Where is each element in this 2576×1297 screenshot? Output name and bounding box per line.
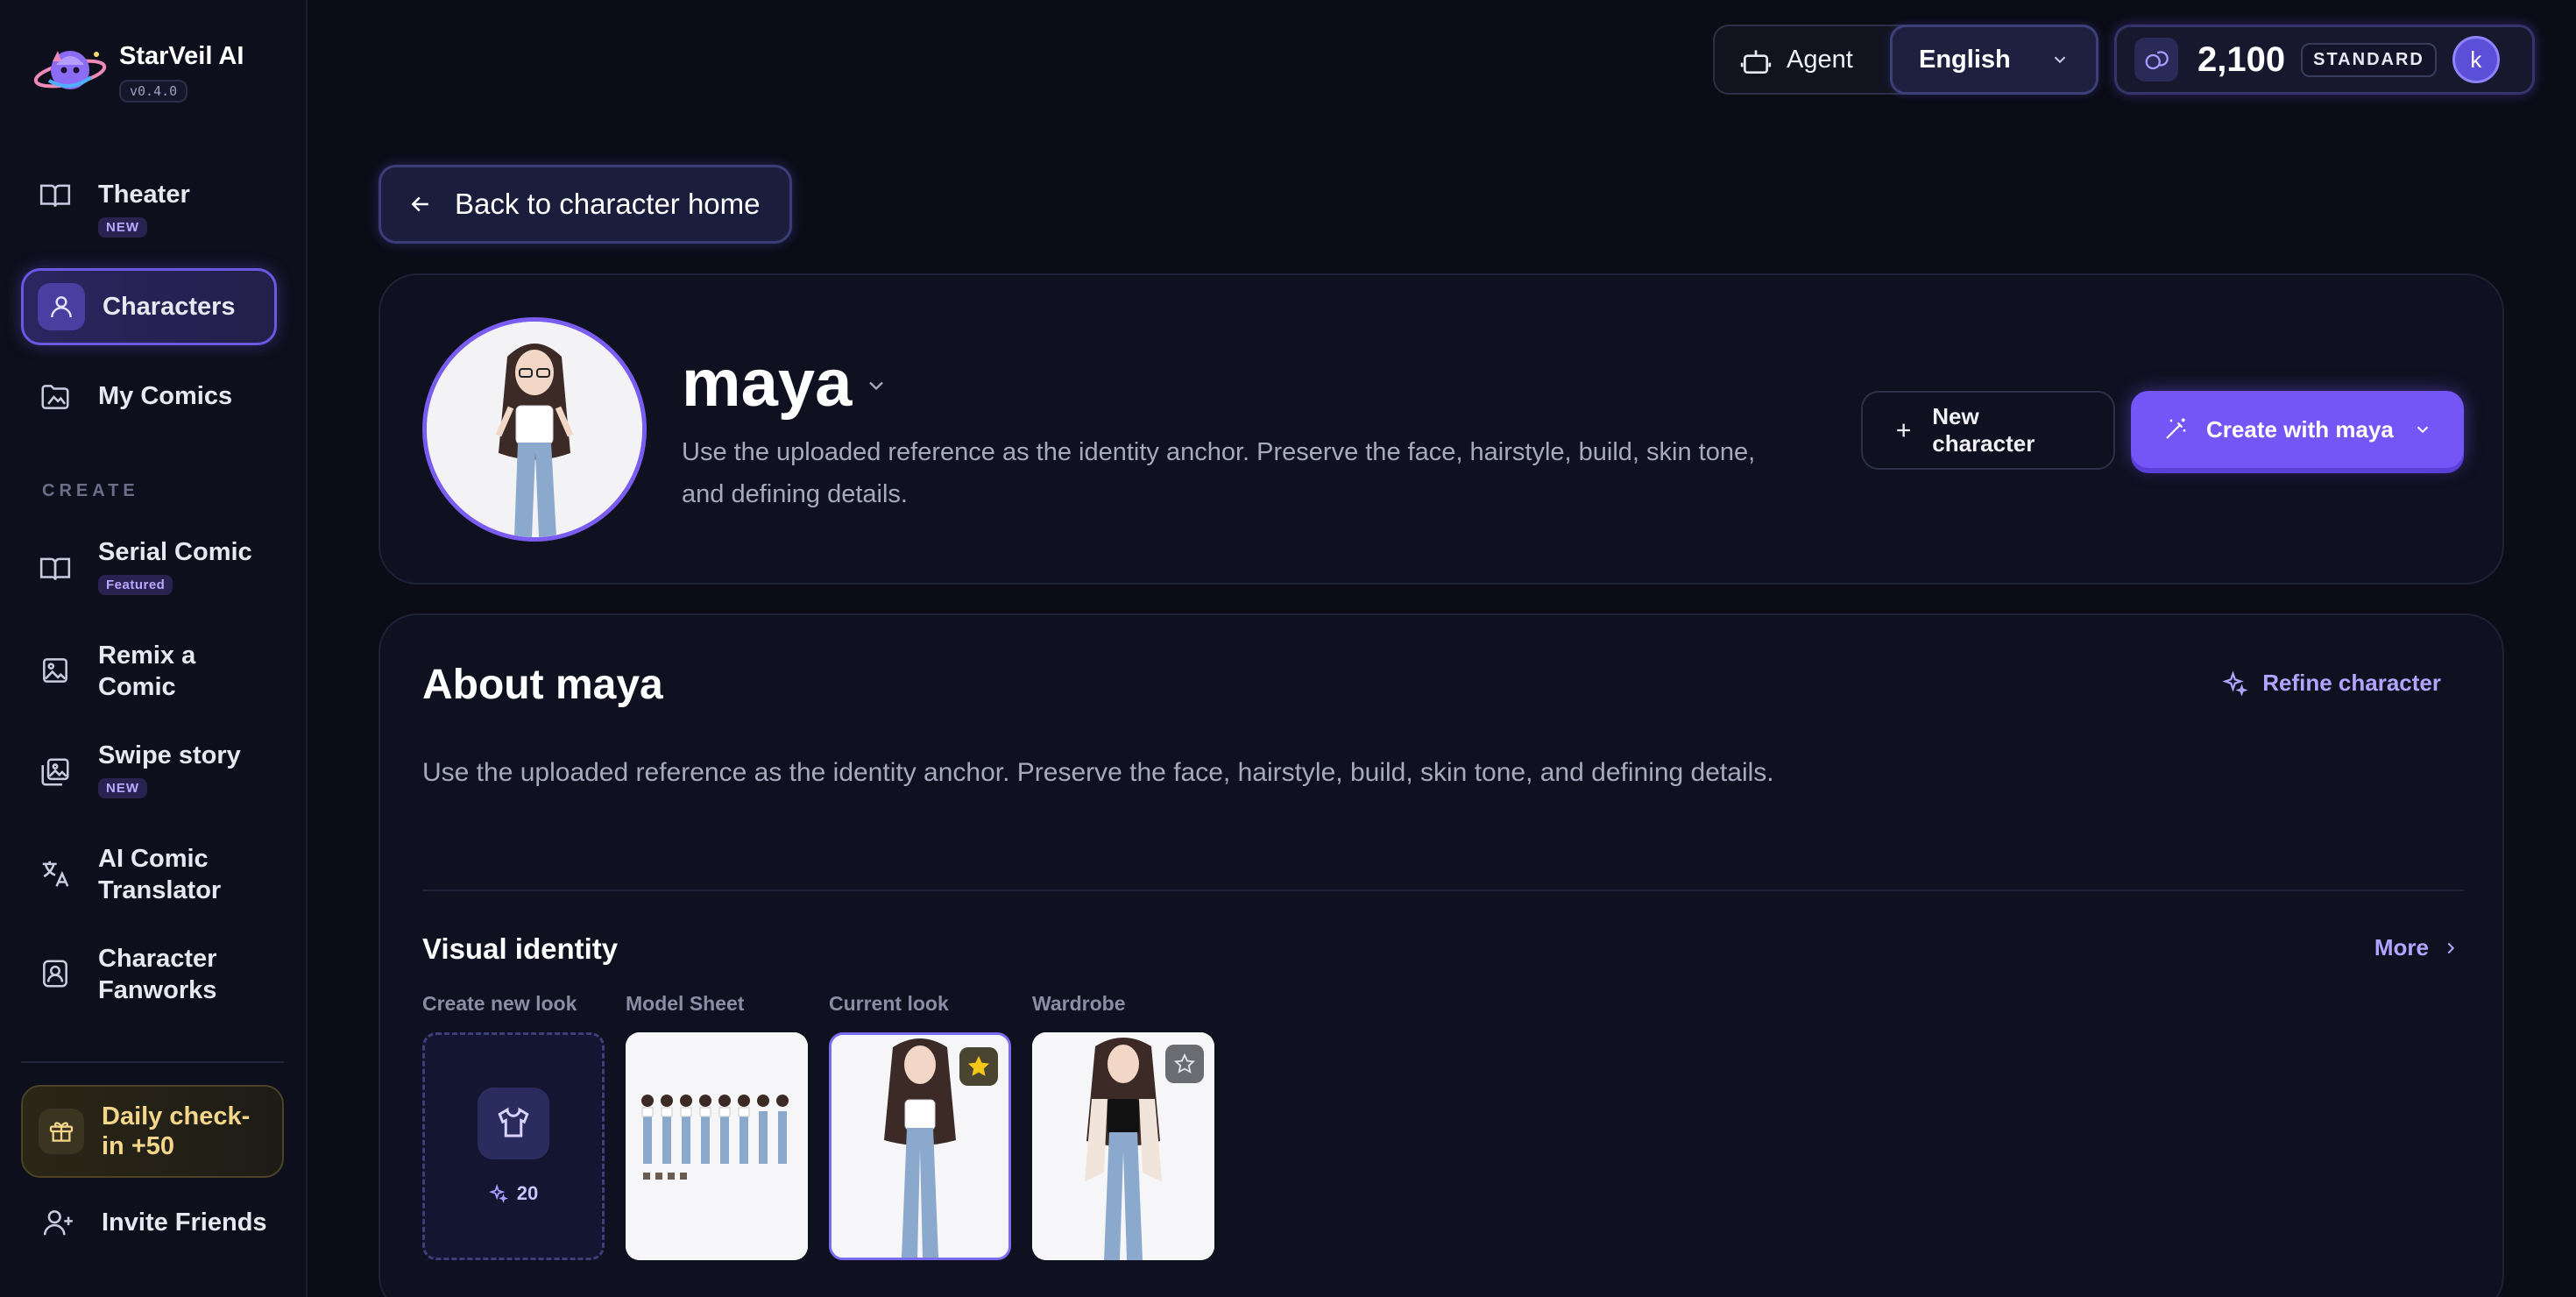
chevron-down-icon[interactable] <box>864 373 888 398</box>
new-character-button[interactable]: New character <box>1861 391 2115 470</box>
invite-friends-button[interactable]: Invite Friends <box>42 1206 267 1239</box>
images-icon <box>39 755 72 789</box>
book-open-icon <box>39 552 72 585</box>
tile-label: Model Sheet <box>626 992 745 1015</box>
brand[interactable]: StarVeil AI v0.4.0 <box>32 39 244 103</box>
checkin-label: Daily check-in +50 <box>102 1102 251 1160</box>
invite-label: Invite Friends <box>102 1208 267 1237</box>
credits-count: 2,100 <box>2197 39 2286 79</box>
character-name: maya <box>682 346 853 421</box>
sidebar-item-character-fanworks[interactable]: Character Fanworks <box>21 943 277 1006</box>
character-description: Use the uploaded reference as the identi… <box>682 438 1756 508</box>
star-outline-icon[interactable] <box>1165 1045 1204 1083</box>
create-with-character-button[interactable]: Create with maya <box>2131 391 2464 468</box>
sidebar-item-serial-comic[interactable]: Serial Comic Featured <box>21 536 277 595</box>
back-to-character-home-button[interactable]: Back to character home <box>379 165 792 244</box>
sidebar-item-label: Theater <box>98 181 190 209</box>
user-avatar[interactable]: k <box>2452 36 2500 83</box>
tile-label: Current look <box>829 992 949 1015</box>
chevron-down-icon <box>2054 56 2066 64</box>
sidebar-item-comic-translator[interactable]: AI Comic Translator <box>21 843 277 906</box>
coins-icon <box>2134 38 2178 82</box>
sidebar-item-label: Characters <box>103 293 236 321</box>
chevron-right-icon <box>2447 942 2455 953</box>
credits-panel[interactable]: 2,100 STANDARD k <box>2114 25 2535 95</box>
new-badge: NEW <box>98 217 147 237</box>
model-sheet-image <box>626 1032 808 1260</box>
more-link[interactable]: More <box>2374 934 2460 961</box>
folder-image-icon <box>39 380 72 414</box>
about-title: About maya <box>422 662 663 708</box>
shirt-icon <box>478 1088 549 1159</box>
sidebar-item-label: AI Comic Translator <box>98 845 222 904</box>
sidebar-item-my-comics[interactable]: My Comics <box>21 380 277 414</box>
image-icon <box>39 654 72 687</box>
plan-badge: STANDARD <box>2301 42 2437 77</box>
sidebar-item-label: Remix a Comic <box>98 641 196 701</box>
sidebar: StarVeil AI v0.4.0 Theater NEW Character… <box>0 0 308 1297</box>
sidebar-item-label: Swipe story <box>98 741 241 769</box>
tile-label: Create new look <box>422 992 577 1015</box>
new-character-label: New character <box>1932 403 2035 457</box>
model-sheet-tile[interactable] <box>626 1032 808 1260</box>
book-open-icon <box>39 179 72 212</box>
sidebar-divider <box>21 1061 284 1063</box>
sidebar-item-swipe-story[interactable]: Swipe story NEW <box>21 740 277 798</box>
back-label: Back to character home <box>455 188 761 220</box>
tile-label: Wardrobe <box>1032 992 1126 1015</box>
chevron-down-icon <box>2417 426 2429 434</box>
language-value: English <box>1919 45 2011 74</box>
create-with-label: Create with maya <box>2206 415 2394 443</box>
section-divider <box>422 889 2464 891</box>
user-plus-icon <box>42 1206 75 1239</box>
sidebar-item-label: Serial Comic <box>98 538 252 566</box>
agent-label: Agent <box>1787 45 1853 74</box>
planet-logo-icon <box>33 51 107 89</box>
contact-icon <box>39 957 72 990</box>
more-label: More <box>2374 934 2429 960</box>
sidebar-item-label: Character Fanworks <box>98 945 217 1004</box>
sparkles-icon <box>488 1184 508 1203</box>
sidebar-item-theater[interactable]: Theater NEW <box>21 179 277 237</box>
sidebar-item-label: My Comics <box>98 382 233 410</box>
refine-character-button[interactable]: Refine character <box>2222 670 2441 697</box>
gift-icon <box>39 1109 84 1154</box>
language-select[interactable]: English <box>1890 25 2098 95</box>
about-card: About maya Refine character Use the uplo… <box>379 613 2504 1297</box>
featured-badge: Featured <box>98 575 173 595</box>
new-badge: NEW <box>98 778 147 798</box>
create-new-look-tile[interactable]: 20 <box>422 1032 605 1260</box>
current-look-tile[interactable] <box>829 1032 1011 1260</box>
magic-wand-icon <box>2166 418 2186 439</box>
version-badge: v0.4.0 <box>119 80 188 103</box>
brand-name: StarVeil AI <box>119 42 244 70</box>
section-label-create: CREATE <box>42 481 139 500</box>
refine-label: Refine character <box>2262 670 2441 696</box>
sidebar-item-remix-comic[interactable]: Remix a Comic <box>21 640 277 703</box>
character-header-card: maya Use the uploaded reference as the i… <box>379 273 2504 585</box>
wardrobe-tile[interactable] <box>1032 1032 1214 1260</box>
character-portrait-image <box>427 322 642 537</box>
sidebar-item-characters[interactable]: Characters <box>21 268 277 345</box>
robot-icon <box>1739 45 1772 74</box>
character-avatar[interactable] <box>422 317 647 542</box>
plus-icon <box>1897 423 1911 437</box>
translate-icon <box>39 857 72 890</box>
about-description: Use the uploaded reference as the identi… <box>422 758 1774 787</box>
sparkles-icon <box>2222 670 2248 697</box>
arrow-left-icon <box>411 196 428 212</box>
visual-identity-title: Visual identity <box>422 932 619 965</box>
daily-checkin-button[interactable]: Daily check-in +50 <box>21 1085 284 1178</box>
star-icon[interactable] <box>959 1047 998 1086</box>
user-icon <box>38 283 85 330</box>
look-cost: 20 <box>516 1182 539 1204</box>
